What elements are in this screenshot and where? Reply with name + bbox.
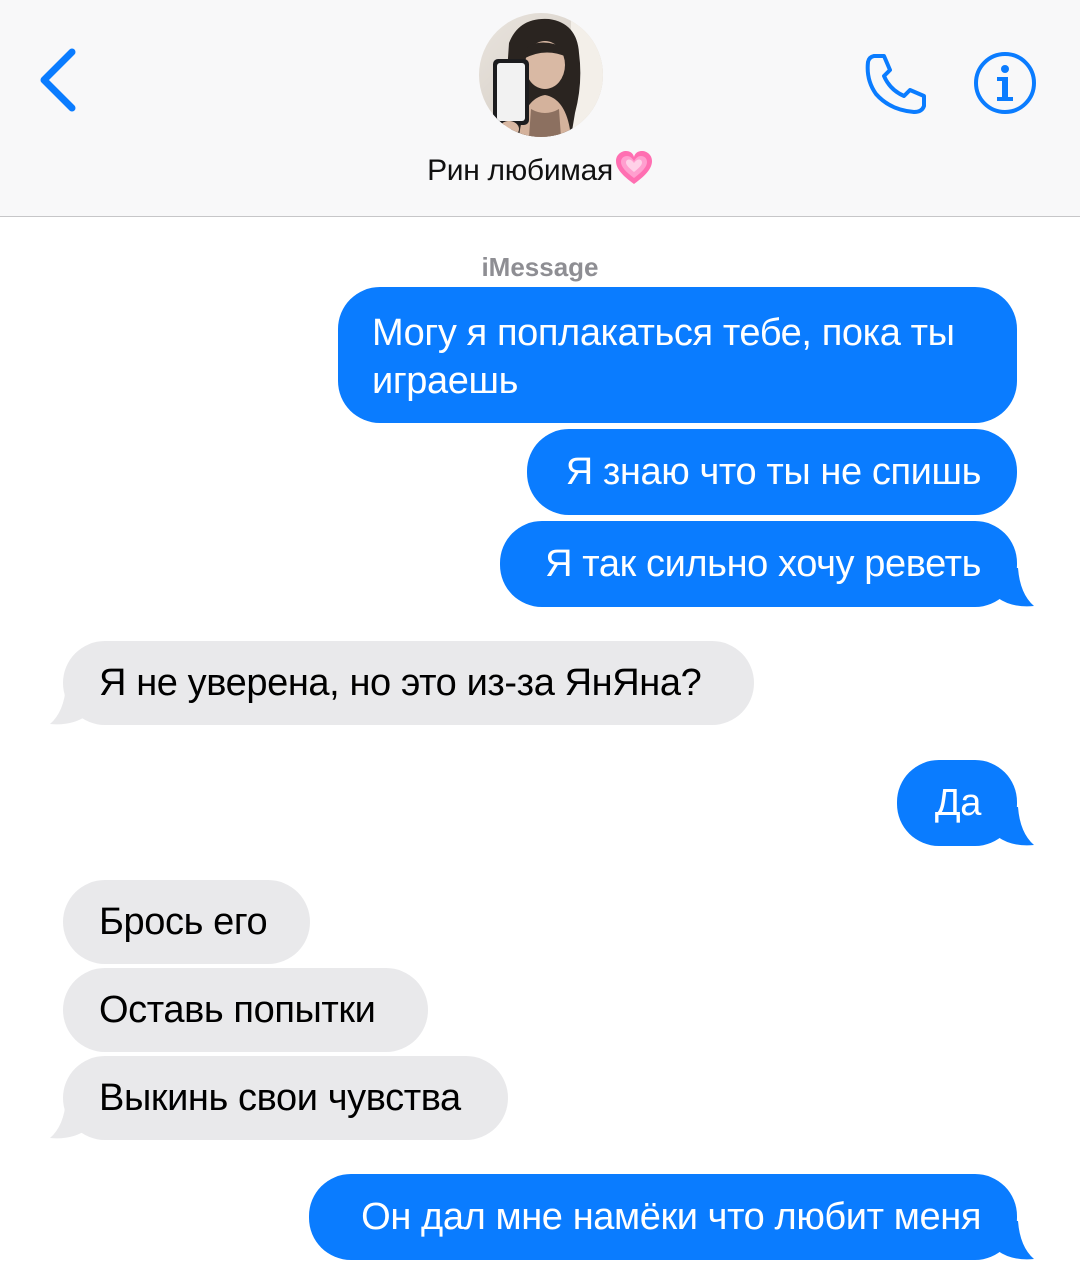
incoming-bubble-tail [50,686,86,725]
avatar-photo [479,13,603,137]
incoming-message[interactable]: Оставь попытки [63,968,428,1052]
imessage-chat-screen: Рин любимая iMessage Могу я поплакаться … [0,0,1080,1280]
info-icon [974,52,1036,114]
service-label: iMessage [481,252,599,282]
outgoing-message[interactable]: Он дал мне намёки что любит меня [309,1174,1017,1260]
contact-name[interactable]: Рин любимая [0,150,1080,194]
outgoing-message[interactable]: Могу я поплакаться тебе, пока ты играешь [338,287,1017,423]
outgoing-bubble-tail [998,1221,1034,1260]
incoming-message[interactable]: Брось его [63,880,310,964]
outgoing-message[interactable]: Я так сильно хочу реветь [500,521,1017,607]
incoming-bubble-tail [50,1100,86,1139]
info-button[interactable] [972,50,1038,116]
chat-header: Рин любимая [0,0,1080,217]
outgoing-bubble-tail [998,568,1034,607]
back-button[interactable] [30,42,90,118]
incoming-message[interactable]: Я не уверена, но это из-за ЯнЯна? [63,641,754,725]
incoming-message[interactable]: Выкинь свои чувства [63,1056,508,1140]
contact-name-text: Рин любимая [427,154,613,187]
heart-emoji-icon [615,150,653,194]
phone-icon [865,54,926,114]
outgoing-message[interactable]: Я знаю что ты не спишь [527,429,1017,515]
audio-call-button[interactable] [860,50,932,118]
chevron-left-icon [40,48,76,112]
contact-avatar[interactable] [479,13,603,137]
outgoing-bubble-tail [998,807,1034,846]
